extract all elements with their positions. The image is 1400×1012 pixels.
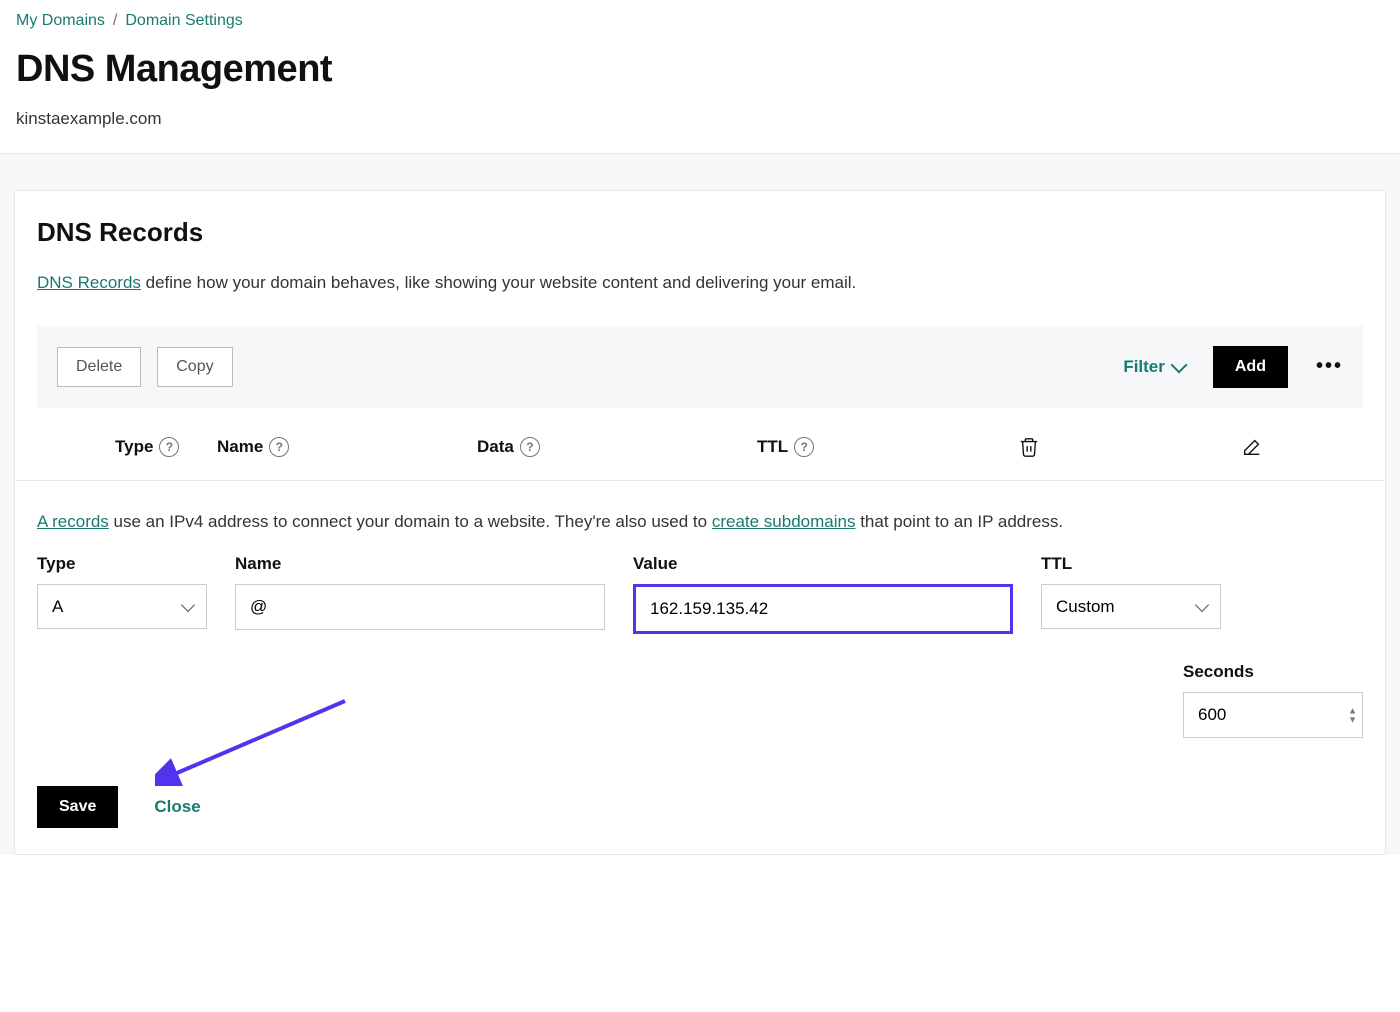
- record-type-description: A records use an IPv4 address to connect…: [15, 487, 1385, 535]
- toolbar-right: Filter Add •••: [1123, 346, 1343, 388]
- breadcrumb-my-domains[interactable]: My Domains: [16, 12, 105, 30]
- breadcrumb-domain-settings[interactable]: Domain Settings: [125, 12, 242, 30]
- column-name-label: Name: [217, 437, 263, 457]
- ttl-label: TTL: [1041, 554, 1221, 574]
- card-desc-text: define how your domain behaves, like sho…: [141, 273, 856, 292]
- breadcrumb-separator: /: [113, 12, 117, 30]
- save-button[interactable]: Save: [37, 786, 118, 828]
- column-ttl-label: TTL: [757, 437, 788, 457]
- copy-button[interactable]: Copy: [157, 347, 232, 387]
- seconds-field-group: Seconds ▲▼: [1183, 662, 1363, 738]
- value-input[interactable]: [633, 584, 1013, 634]
- help-icon[interactable]: ?: [159, 437, 179, 457]
- help-icon[interactable]: ?: [269, 437, 289, 457]
- trash-icon[interactable]: [1018, 436, 1040, 458]
- column-delete: [917, 436, 1140, 458]
- dns-records-link[interactable]: DNS Records: [37, 273, 141, 292]
- type-select[interactable]: A: [37, 584, 207, 629]
- ttl-select[interactable]: Custom: [1041, 584, 1221, 629]
- value-label: Value: [633, 554, 1013, 574]
- card-description: DNS Records define how your domain behav…: [37, 270, 1363, 296]
- column-ttl: TTL ?: [757, 437, 917, 457]
- column-edit: [1140, 436, 1363, 458]
- seconds-input[interactable]: [1183, 692, 1363, 738]
- help-icon[interactable]: ?: [794, 437, 814, 457]
- content-area: DNS Records DNS Records define how your …: [0, 154, 1400, 855]
- type-label: Type: [37, 554, 207, 574]
- column-data: Data ?: [477, 437, 757, 457]
- seconds-label: Seconds: [1183, 662, 1363, 682]
- column-data-label: Data: [477, 437, 514, 457]
- name-label: Name: [235, 554, 605, 574]
- record-form-row: Type A Name Value T: [15, 534, 1385, 634]
- name-input[interactable]: [235, 584, 605, 630]
- card-title: DNS Records: [37, 217, 1363, 248]
- chevron-down-icon: [1170, 356, 1187, 373]
- record-desc-text2: that point to an IP address.: [855, 512, 1063, 531]
- records-toolbar: Delete Copy Filter Add •••: [37, 326, 1363, 408]
- close-button[interactable]: Close: [154, 797, 200, 817]
- records-table-header: Type ? Name ? Data ? TTL ?: [15, 408, 1385, 481]
- value-field-group: Value: [633, 554, 1013, 634]
- breadcrumb: My Domains / Domain Settings: [16, 12, 1384, 30]
- create-subdomains-link[interactable]: create subdomains: [712, 512, 856, 531]
- seconds-row: Seconds ▲▼: [15, 634, 1385, 738]
- card-header: DNS Records DNS Records define how your …: [15, 191, 1385, 310]
- page-title: DNS Management: [16, 48, 1384, 91]
- column-type: Type ?: [37, 437, 217, 457]
- ttl-field-group: TTL Custom: [1041, 554, 1221, 634]
- more-options-icon[interactable]: •••: [1316, 355, 1343, 378]
- form-actions: Save Close: [15, 738, 1385, 854]
- record-edit-section: A records use an IPv4 address to connect…: [15, 481, 1385, 855]
- dns-records-card: DNS Records DNS Records define how your …: [14, 190, 1386, 855]
- toolbar-left: Delete Copy: [57, 347, 233, 387]
- filter-label: Filter: [1123, 357, 1165, 377]
- name-field-group: Name: [235, 554, 605, 634]
- delete-button[interactable]: Delete: [57, 347, 141, 387]
- edit-icon[interactable]: [1241, 436, 1263, 458]
- column-name: Name ?: [217, 437, 477, 457]
- add-button[interactable]: Add: [1213, 346, 1288, 388]
- help-icon[interactable]: ?: [520, 437, 540, 457]
- page-header: My Domains / Domain Settings DNS Managem…: [0, 0, 1400, 154]
- number-stepper[interactable]: ▲▼: [1348, 707, 1357, 724]
- filter-dropdown[interactable]: Filter: [1123, 357, 1185, 377]
- column-type-label: Type: [115, 437, 153, 457]
- record-desc-text1: use an IPv4 address to connect your doma…: [109, 512, 712, 531]
- domain-name: kinstaexample.com: [16, 109, 1384, 129]
- a-records-link[interactable]: A records: [37, 512, 109, 531]
- type-field-group: Type A: [37, 554, 207, 634]
